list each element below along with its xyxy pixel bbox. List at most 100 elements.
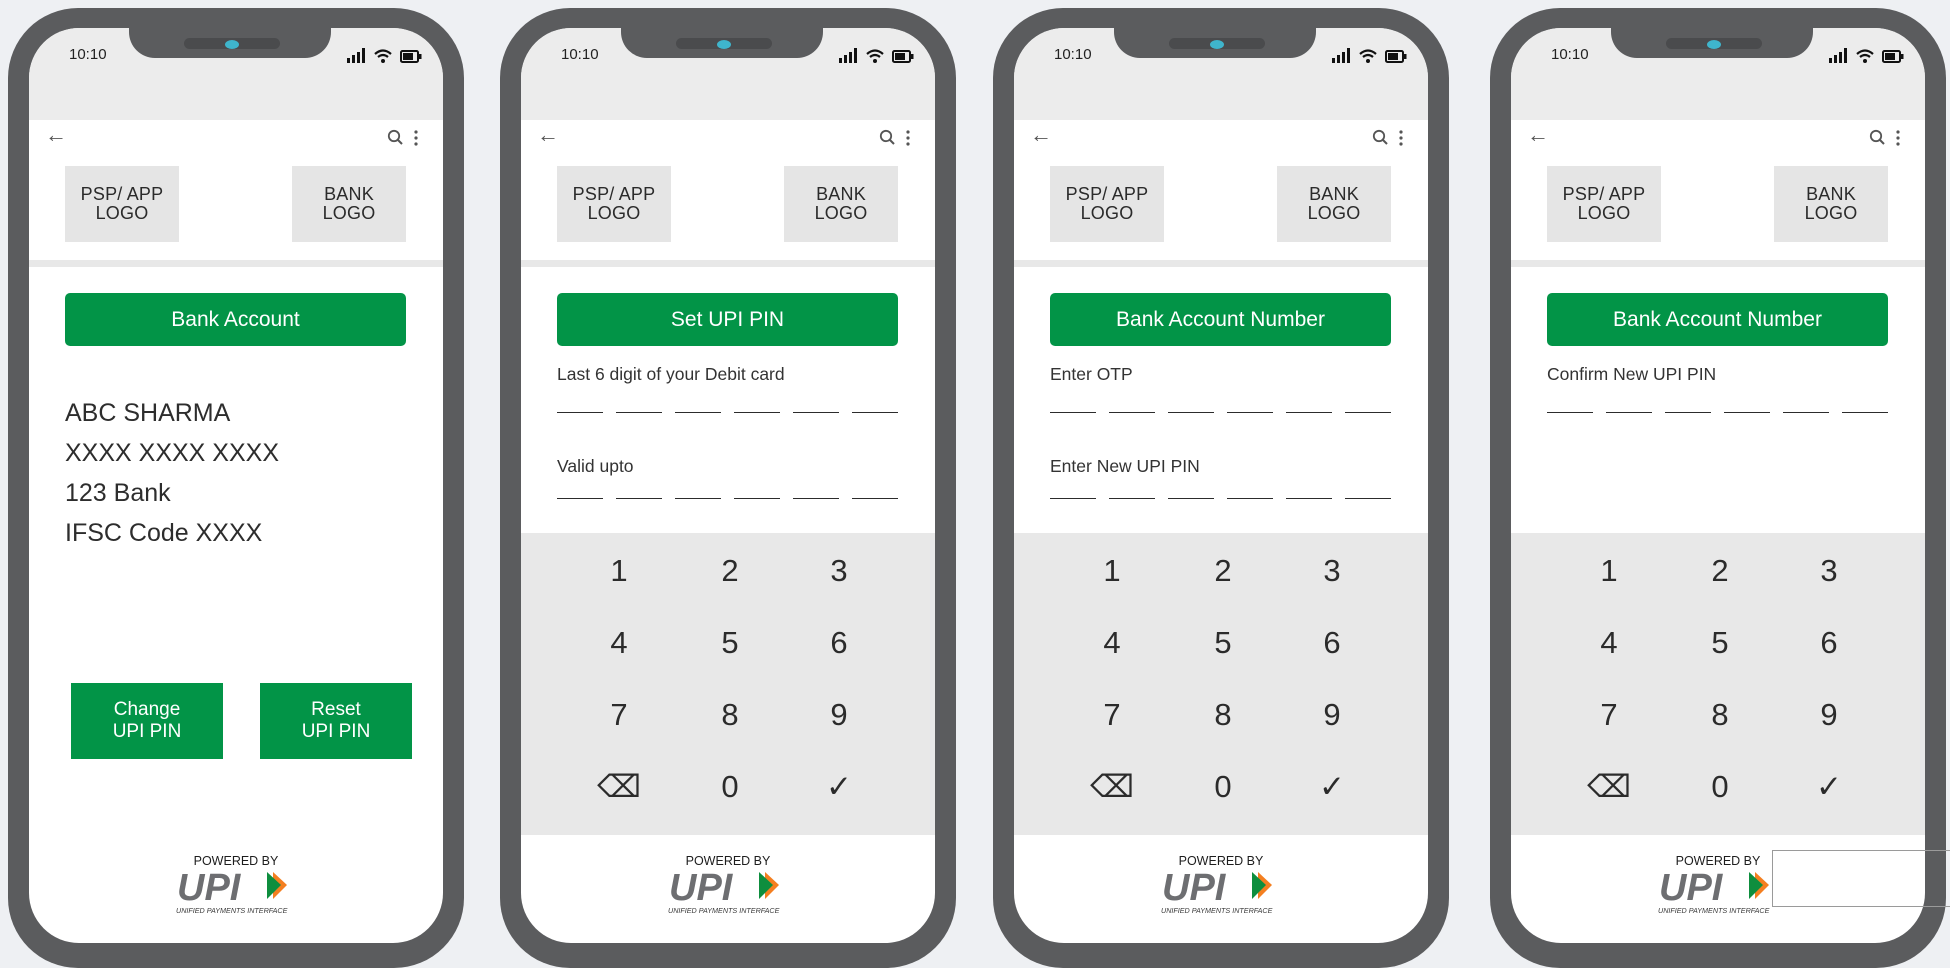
key-1[interactable]: 1 <box>1569 553 1649 589</box>
backspace-icon[interactable]: ⌫ <box>1569 769 1649 805</box>
back-arrow-icon[interactable]: ← <box>1527 124 1549 146</box>
key-2[interactable]: 2 <box>690 553 770 589</box>
checkmark-icon[interactable]: ✓ <box>1292 769 1372 805</box>
status-time: 10:10 <box>69 46 107 63</box>
front-camera <box>1210 40 1224 49</box>
new-upi-pin-input[interactable] <box>1050 498 1391 508</box>
key-0[interactable]: 0 <box>690 769 770 805</box>
change-upi-pin-button[interactable]: Change UPI PIN <box>71 683 223 759</box>
ifsc-code: IFSC Code XXXX <box>65 519 263 547</box>
app-bar-actions <box>879 129 910 146</box>
wifi-icon <box>1359 49 1377 58</box>
debit-card-digits-input[interactable] <box>557 412 898 422</box>
wifi-icon <box>1856 49 1874 58</box>
section-divider <box>29 260 443 267</box>
account-number: XXXX XXXX XXXX <box>65 439 279 467</box>
key-8[interactable]: 8 <box>690 697 770 733</box>
battery-icon <box>400 50 422 63</box>
screen-title-bar: Set UPI PIN <box>557 293 898 346</box>
front-camera <box>1707 40 1721 49</box>
back-arrow-icon[interactable]: ← <box>537 124 559 146</box>
key-9[interactable]: 9 <box>1789 697 1869 733</box>
signal-icon <box>1332 48 1350 63</box>
key-1[interactable]: 1 <box>579 553 659 589</box>
phone-screen: 10:10 ← PSP/ APP LOGO BANK LOGO Bank Acc… <box>29 28 443 943</box>
status-icons <box>347 48 422 63</box>
back-arrow-icon[interactable]: ← <box>1030 124 1052 146</box>
psp-app-logo: PSP/ APP LOGO <box>65 166 179 242</box>
status-time: 10:10 <box>1054 46 1092 63</box>
app-bar: ← <box>1014 120 1428 165</box>
app-bar-actions <box>387 129 418 146</box>
back-arrow-icon[interactable]: ← <box>45 124 67 146</box>
key-9[interactable]: 9 <box>1292 697 1372 733</box>
reset-upi-pin-button[interactable]: Reset UPI PIN <box>260 683 412 759</box>
screen-title-bar: Bank Account <box>65 293 406 346</box>
phone-frame-confirm-pin: 10:10 ← PSP/ APP LOGO BANK LOGO Bank Acc… <box>1490 8 1946 968</box>
key-7[interactable]: 7 <box>579 697 659 733</box>
key-1[interactable]: 1 <box>1072 553 1152 589</box>
numeric-keypad: 1 2 3 4 5 6 7 8 9 ⌫ 0 ✓ <box>1511 533 1925 835</box>
key-6[interactable]: 6 <box>1292 625 1372 661</box>
psp-app-logo: PSP/ APP LOGO <box>1050 166 1164 242</box>
upi-logo: UPI UNIFIED PAYMENTS INTERFACE <box>1161 867 1273 915</box>
search-icon <box>879 129 895 145</box>
key-7[interactable]: 7 <box>1072 697 1152 733</box>
checkmark-icon[interactable]: ✓ <box>799 769 879 805</box>
key-6[interactable]: 6 <box>1789 625 1869 661</box>
key-0[interactable]: 0 <box>1680 769 1760 805</box>
psp-app-logo: PSP/ APP LOGO <box>1547 166 1661 242</box>
key-0[interactable]: 0 <box>1183 769 1263 805</box>
bank-logo: BANK LOGO <box>1277 166 1391 242</box>
key-3[interactable]: 3 <box>1292 553 1372 589</box>
upi-tagline: UNIFIED PAYMENTS INTERFACE <box>176 906 288 915</box>
phone-screen: 10:10 ← PSP/ APP LOGO BANK LOGO Bank Acc… <box>1014 28 1428 943</box>
more-options-icon <box>1399 130 1403 146</box>
key-5[interactable]: 5 <box>690 625 770 661</box>
phone-notch <box>1114 28 1316 58</box>
backspace-icon[interactable]: ⌫ <box>1072 769 1152 805</box>
checkmark-icon[interactable]: ✓ <box>1789 769 1869 805</box>
otp-label: Enter OTP <box>1050 364 1133 384</box>
wifi-icon <box>866 49 884 58</box>
key-6[interactable]: 6 <box>799 625 879 661</box>
key-5[interactable]: 5 <box>1183 625 1263 661</box>
key-2[interactable]: 2 <box>1680 553 1760 589</box>
more-options-icon <box>414 130 418 146</box>
phone-notch <box>621 28 823 58</box>
front-camera <box>225 40 239 49</box>
battery-icon <box>1385 50 1407 63</box>
upi-logo-wordmark: UPI <box>669 867 734 909</box>
confirm-upi-pin-label: Confirm New UPI PIN <box>1547 364 1717 384</box>
upi-tagline: UNIFIED PAYMENTS INTERFACE <box>1161 906 1273 915</box>
key-2[interactable]: 2 <box>1183 553 1263 589</box>
wifi-icon <box>374 49 392 58</box>
psp-app-logo: PSP/ APP LOGO <box>557 166 671 242</box>
otp-input[interactable] <box>1050 412 1391 422</box>
bank-name: 123 Bank <box>65 479 171 507</box>
bank-logo: BANK LOGO <box>292 166 406 242</box>
valid-upto-input[interactable] <box>557 498 898 508</box>
key-3[interactable]: 3 <box>1789 553 1869 589</box>
key-3[interactable]: 3 <box>799 553 879 589</box>
key-4[interactable]: 4 <box>1072 625 1152 661</box>
valid-upto-label: Valid upto <box>557 456 634 476</box>
account-holder-name: ABC SHARMA <box>65 399 231 427</box>
confirm-upi-pin-input[interactable] <box>1547 412 1888 422</box>
account-details: ABC SHARMA XXXX XXXX XXXX 123 Bank IFSC … <box>65 393 279 553</box>
key-7[interactable]: 7 <box>1569 697 1649 733</box>
signal-icon <box>839 48 857 63</box>
section-divider <box>1511 260 1925 267</box>
key-5[interactable]: 5 <box>1680 625 1760 661</box>
backspace-icon[interactable]: ⌫ <box>579 769 659 805</box>
key-9[interactable]: 9 <box>799 697 879 733</box>
app-bar: ← <box>521 120 935 165</box>
key-8[interactable]: 8 <box>1680 697 1760 733</box>
key-4[interactable]: 4 <box>1569 625 1649 661</box>
search-icon <box>387 129 403 145</box>
app-bar-actions <box>1372 129 1403 146</box>
status-icons <box>1332 48 1407 63</box>
phone-screen: 10:10 ← PSP/ APP LOGO BANK LOGO Set UPI … <box>521 28 935 943</box>
key-4[interactable]: 4 <box>579 625 659 661</box>
key-8[interactable]: 8 <box>1183 697 1263 733</box>
